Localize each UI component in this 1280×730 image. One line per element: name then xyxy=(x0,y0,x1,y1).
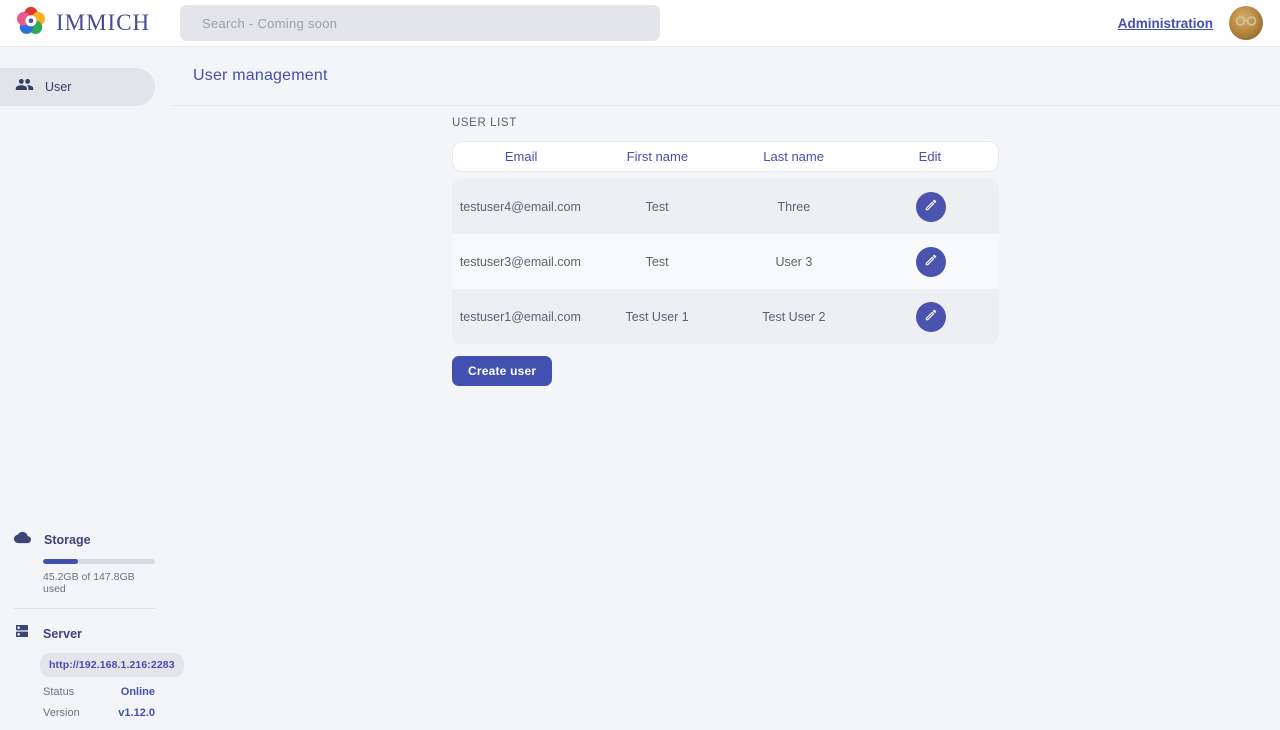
storage-progress-bar xyxy=(43,559,155,564)
version-label: Version xyxy=(43,707,80,719)
server-title: Server xyxy=(43,627,82,641)
page-title: User management xyxy=(193,67,328,85)
content-area: User management USER LIST Email First na… xyxy=(171,47,1280,730)
cell-edit xyxy=(862,247,999,277)
user-list-label: USER LIST xyxy=(452,117,999,129)
edit-user-button[interactable] xyxy=(916,192,946,222)
administration-link[interactable]: Administration xyxy=(1118,16,1213,31)
cell-edit xyxy=(862,192,999,222)
glasses-icon xyxy=(1235,16,1257,26)
search-input[interactable] xyxy=(180,5,660,41)
cell-edit xyxy=(862,302,999,332)
version-value: v1.12.0 xyxy=(118,707,155,719)
people-icon xyxy=(15,75,34,99)
cell-last-name: Three xyxy=(726,200,863,214)
storage-widget: Storage 45.2GB of 147.8GB used xyxy=(14,529,155,595)
cloud-icon xyxy=(14,529,31,551)
edit-user-button[interactable] xyxy=(916,302,946,332)
dns-server-icon xyxy=(14,623,30,644)
cell-first-name: Test xyxy=(589,200,726,214)
status-label: Status xyxy=(43,686,74,698)
server-widget: Server http://192.168.1.216:2283 Status … xyxy=(14,623,155,719)
server-url-chip: http://192.168.1.216:2283 xyxy=(40,653,184,677)
server-version-row: Version v1.12.0 xyxy=(43,707,155,719)
create-user-button[interactable]: Create user xyxy=(452,356,552,386)
sidebar-item-label: User xyxy=(45,80,71,94)
column-header-edit: Edit xyxy=(862,149,998,164)
page-header: User management xyxy=(171,47,1280,106)
storage-progress-fill xyxy=(43,559,78,564)
pencil-icon xyxy=(924,253,938,270)
app-title: IMMICH xyxy=(56,10,150,36)
sidebar-divider xyxy=(14,608,155,609)
sidebar-item-user[interactable]: User xyxy=(0,68,155,106)
cell-last-name: Test User 2 xyxy=(726,310,863,324)
storage-title: Storage xyxy=(44,533,91,547)
server-status-row: Status Online xyxy=(43,686,155,698)
cell-email: testuser4@email.com xyxy=(452,200,589,214)
sidebar-status-panel: Storage 45.2GB of 147.8GB used Server xyxy=(14,529,155,719)
storage-usage-text: 45.2GB of 147.8GB used xyxy=(43,571,155,595)
edit-user-button[interactable] xyxy=(916,247,946,277)
home-logo-link[interactable]: IMMICH xyxy=(0,4,180,43)
table-row: testuser4@email.com Test Three xyxy=(452,179,999,234)
cell-first-name: Test xyxy=(589,255,726,269)
user-list-section: USER LIST Email First name Last name Edi… xyxy=(452,117,999,386)
column-header-email: Email xyxy=(453,149,589,164)
table-row: testuser3@email.com Test User 3 xyxy=(452,234,999,289)
table-header-row: Email First name Last name Edit xyxy=(452,141,999,172)
pencil-icon xyxy=(924,308,938,325)
table-row: testuser1@email.com Test User 1 Test Use… xyxy=(452,289,999,344)
immich-flower-icon xyxy=(14,4,48,43)
column-header-last-name: Last name xyxy=(726,149,862,164)
cell-first-name: Test User 1 xyxy=(589,310,726,324)
pencil-icon xyxy=(924,198,938,215)
cell-last-name: User 3 xyxy=(726,255,863,269)
cell-email: testuser3@email.com xyxy=(452,255,589,269)
user-table-body: testuser4@email.com Test Three testuser3… xyxy=(452,179,999,344)
topbar: IMMICH Administration xyxy=(0,0,1280,47)
column-header-first-name: First name xyxy=(589,149,725,164)
cell-email: testuser1@email.com xyxy=(452,310,589,324)
sidebar: User Storage 45.2GB of 147.8GB used xyxy=(0,47,171,730)
user-avatar[interactable] xyxy=(1229,6,1263,40)
status-value: Online xyxy=(121,686,155,698)
